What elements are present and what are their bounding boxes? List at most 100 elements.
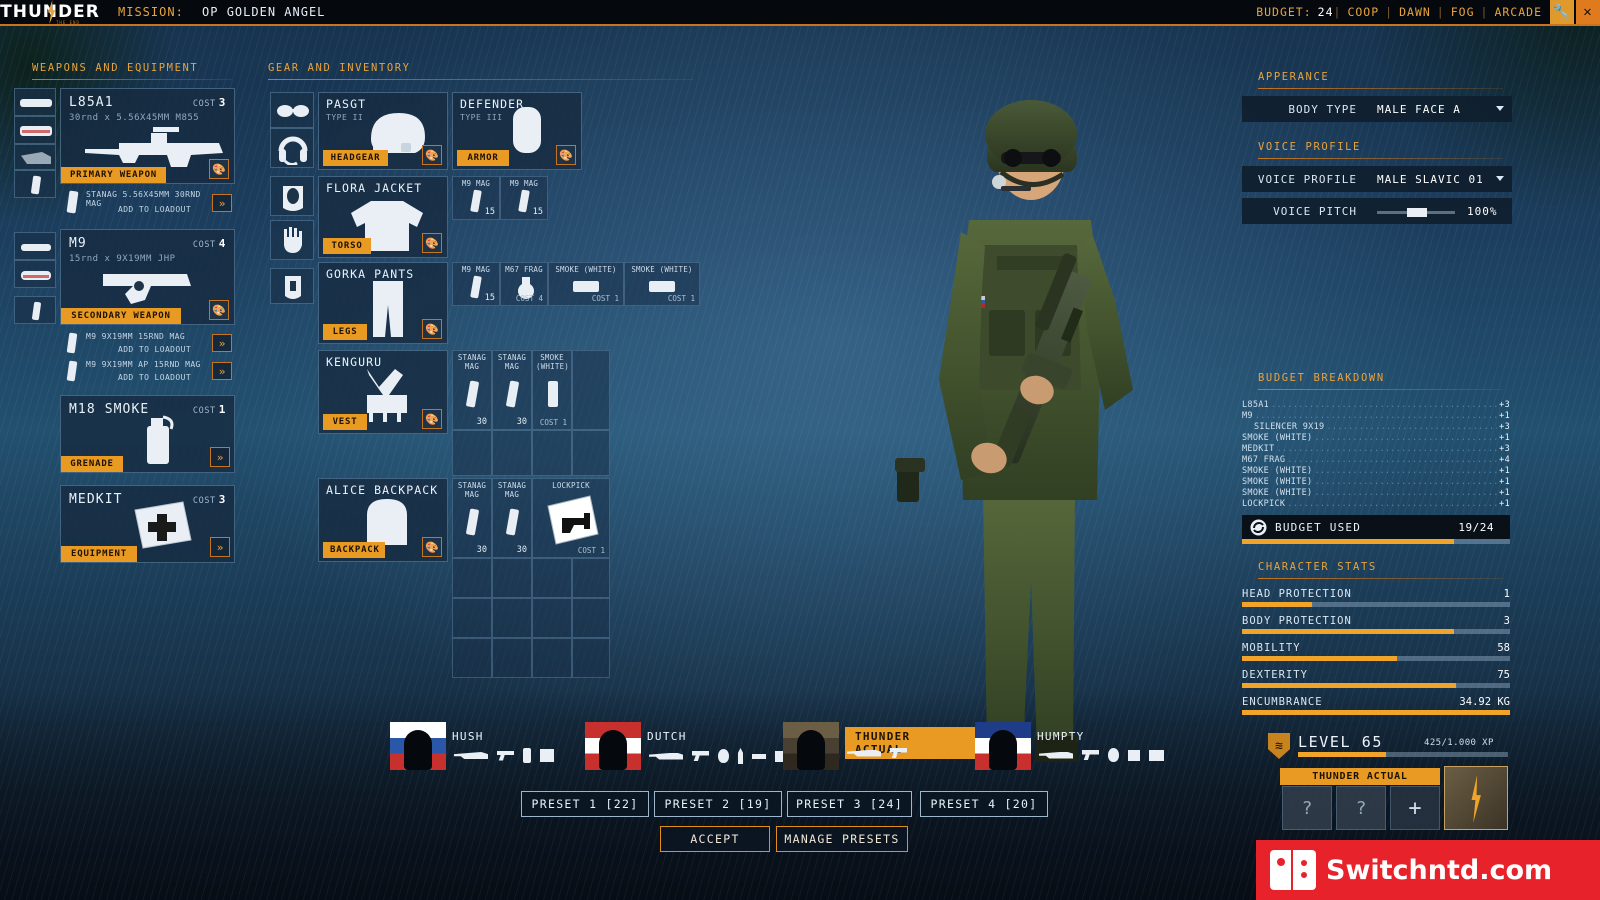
avatar[interactable] bbox=[975, 722, 1031, 770]
pouch-cell[interactable]: M9 MAG 15 bbox=[500, 176, 548, 220]
backpack-cell[interactable]: LOCKPICK COST 1 bbox=[532, 478, 610, 558]
close-icon[interactable]: ✕ bbox=[1576, 0, 1600, 24]
weapon-card-grenade[interactable]: M18 SMOKE COST 1 GRENADE » bbox=[60, 395, 235, 473]
avatar[interactable] bbox=[390, 722, 446, 770]
weapon-card-equipment[interactable]: MEDKIT COST 3 EQUIPMENT » bbox=[60, 485, 235, 563]
preset-3-button[interactable]: PRESET 3 [24] bbox=[787, 791, 912, 817]
backpack-cell[interactable] bbox=[532, 598, 572, 638]
voice-profile-dropdown[interactable]: MALE SLAVIC 01 bbox=[1367, 166, 1512, 192]
gear-card-armor[interactable]: DEFENDER TYPE III ARMOR 🎨 bbox=[452, 92, 582, 170]
pouch-cell[interactable]: SMOKE (WHITE) COST 1 bbox=[624, 262, 700, 306]
pistol-magazine-slot[interactable] bbox=[14, 296, 56, 324]
backpack-cell[interactable] bbox=[572, 598, 610, 638]
operator-slot-2[interactable]: ? bbox=[1336, 786, 1386, 830]
pouch-cell[interactable]: M9 MAG 15 bbox=[452, 262, 500, 306]
backpack-cell[interactable] bbox=[532, 558, 572, 598]
backpack-cell[interactable] bbox=[452, 638, 492, 678]
pistol-attachment-slot-1[interactable] bbox=[14, 232, 56, 260]
avatar[interactable] bbox=[783, 722, 839, 770]
manage-presets-button[interactable]: MANAGE PRESETS bbox=[776, 826, 908, 852]
weapon-attachment-slot-1[interactable] bbox=[14, 88, 56, 116]
character-preview[interactable] bbox=[865, 60, 1205, 790]
pouch-cell[interactable]: M67 FRAG COST 4 bbox=[500, 262, 548, 306]
backpack-cell[interactable] bbox=[452, 598, 492, 638]
backpack-cell[interactable] bbox=[572, 638, 610, 678]
vest-cell[interactable] bbox=[572, 430, 610, 476]
backpack-cell[interactable] bbox=[492, 558, 532, 598]
gear-card-vest[interactable]: KENGURU VEST 🎨 bbox=[318, 350, 448, 434]
weapon-attachment-slot-2[interactable] bbox=[14, 116, 56, 144]
add-equipment-button[interactable]: » bbox=[210, 537, 230, 557]
palette-icon[interactable]: 🎨 bbox=[422, 537, 442, 557]
wrench-icon[interactable]: 🔧 bbox=[1550, 0, 1574, 24]
vest-cell[interactable]: STANAG MAG 30 bbox=[492, 350, 532, 430]
preset-4-button[interactable]: PRESET 4 [20] bbox=[920, 791, 1048, 817]
vest-cell[interactable]: STANAG MAG 30 bbox=[452, 350, 492, 430]
magazine-row-secondary-2[interactable]: M9 9X19MM AP 15RND MAG ADD TO LOADOUT » bbox=[60, 358, 235, 386]
gear-card-legs[interactable]: GORKA PANTS LEGS 🎨 bbox=[318, 262, 448, 344]
squad-member[interactable]: THUNDER ACTUAL bbox=[783, 722, 975, 770]
vest-cell[interactable] bbox=[572, 350, 610, 430]
add-to-loadout-button[interactable]: » bbox=[212, 194, 232, 212]
squad-member[interactable]: DUTCH bbox=[585, 722, 790, 770]
squad-member[interactable]: HUSH bbox=[390, 722, 580, 770]
gear-card-backpack[interactable]: ALICE BACKPACK BACKPACK 🎨 bbox=[318, 478, 448, 562]
operator-portrait[interactable] bbox=[1444, 766, 1508, 830]
magazine-row-secondary-1[interactable]: M9 9X19MM 15RND MAG ADD TO LOADOUT » bbox=[60, 330, 235, 358]
backpack-cell[interactable] bbox=[492, 598, 532, 638]
mode-type[interactable]: ARCADE bbox=[1488, 5, 1548, 19]
voice-pitch-slider[interactable]: 100% bbox=[1367, 198, 1512, 224]
slider-track[interactable] bbox=[1377, 207, 1455, 217]
gear-card-headgear[interactable]: PASGT TYPE II HEADGEAR 🎨 bbox=[318, 92, 448, 170]
weapon-card-primary[interactable]: L85A1 30rnd x 5.56X45MM M855 COST 3 PRIMA… bbox=[60, 88, 235, 184]
add-to-loadout-button[interactable]: » bbox=[212, 362, 232, 380]
preset-1-button[interactable]: PRESET 1 [22] bbox=[521, 791, 649, 817]
body-type-dropdown[interactable]: MALE FACE A bbox=[1367, 96, 1512, 122]
backpack-cell[interactable]: STANAG MAG 30 bbox=[452, 478, 492, 558]
add-grenade-button[interactable]: » bbox=[210, 447, 230, 467]
accessory-slot-belt[interactable] bbox=[270, 268, 314, 304]
weapon-card-secondary[interactable]: M9 15rnd x 9X19MM JHP COST 4 SECONDARY WE… bbox=[60, 229, 235, 325]
accessory-slot-gloves[interactable] bbox=[270, 220, 314, 260]
backpack-cell[interactable]: STANAG MAG 30 bbox=[492, 478, 532, 558]
body-type-row[interactable]: BODY TYPE MALE FACE A bbox=[1242, 96, 1512, 122]
weapon-magazine-slot[interactable] bbox=[14, 170, 56, 198]
mode-coop[interactable]: COOP bbox=[1341, 5, 1385, 19]
operator-slot-add[interactable]: + bbox=[1390, 786, 1440, 830]
palette-icon[interactable]: 🎨 bbox=[422, 145, 442, 165]
magazine-row-primary[interactable]: STANAG 5.56X45MM 30RND MAG ADD TO LOADOU… bbox=[60, 186, 235, 218]
vest-cell[interactable] bbox=[532, 430, 572, 476]
voice-profile-row[interactable]: VOICE PROFILE MALE SLAVIC 01 bbox=[1242, 166, 1512, 192]
backpack-cell[interactable] bbox=[532, 638, 572, 678]
palette-icon[interactable]: 🎨 bbox=[422, 409, 442, 429]
backpack-cell[interactable] bbox=[452, 558, 492, 598]
palette-icon[interactable]: 🎨 bbox=[422, 319, 442, 339]
operator-slot-1[interactable]: ? bbox=[1282, 786, 1332, 830]
pistol-attachment-slot-2[interactable] bbox=[14, 260, 56, 288]
accessory-slot-glasses[interactable] bbox=[270, 92, 314, 128]
pouch-cell[interactable]: M9 MAG 15 bbox=[452, 176, 500, 220]
mode-time[interactable]: DAWN bbox=[1393, 5, 1437, 19]
weapon-attachment-slot-3[interactable] bbox=[14, 144, 56, 170]
avatar[interactable] bbox=[585, 722, 641, 770]
squad-member[interactable]: HUMPTY bbox=[975, 722, 1165, 770]
vest-cell[interactable] bbox=[492, 430, 532, 476]
preset-2-button[interactable]: PRESET 2 [19] bbox=[654, 791, 782, 817]
app-logo[interactable]: THUNDER THE END bbox=[0, 0, 100, 25]
accessory-slot-headset[interactable] bbox=[270, 128, 314, 168]
backpack-cell[interactable] bbox=[572, 558, 610, 598]
palette-icon[interactable]: 🎨 bbox=[209, 159, 229, 179]
add-to-loadout-button[interactable]: » bbox=[212, 334, 232, 352]
accessory-slot-balaclava[interactable] bbox=[270, 176, 314, 216]
palette-icon[interactable]: 🎨 bbox=[209, 300, 229, 320]
pouch-cell[interactable]: SMOKE (WHITE) COST 1 bbox=[548, 262, 624, 306]
backpack-cell[interactable] bbox=[492, 638, 532, 678]
vest-cell[interactable]: SMOKE (WHITE) COST 1 bbox=[532, 350, 572, 430]
gear-card-torso[interactable]: FLORA JACKET TORSO 🎨 bbox=[318, 176, 448, 258]
slider-thumb[interactable] bbox=[1407, 207, 1427, 217]
palette-icon[interactable]: 🎨 bbox=[422, 233, 442, 253]
vest-cell[interactable] bbox=[452, 430, 492, 476]
voice-pitch-row[interactable]: VOICE PITCH 100% bbox=[1242, 198, 1512, 224]
palette-icon[interactable]: 🎨 bbox=[556, 145, 576, 165]
mode-weather[interactable]: FOG bbox=[1445, 5, 1481, 19]
